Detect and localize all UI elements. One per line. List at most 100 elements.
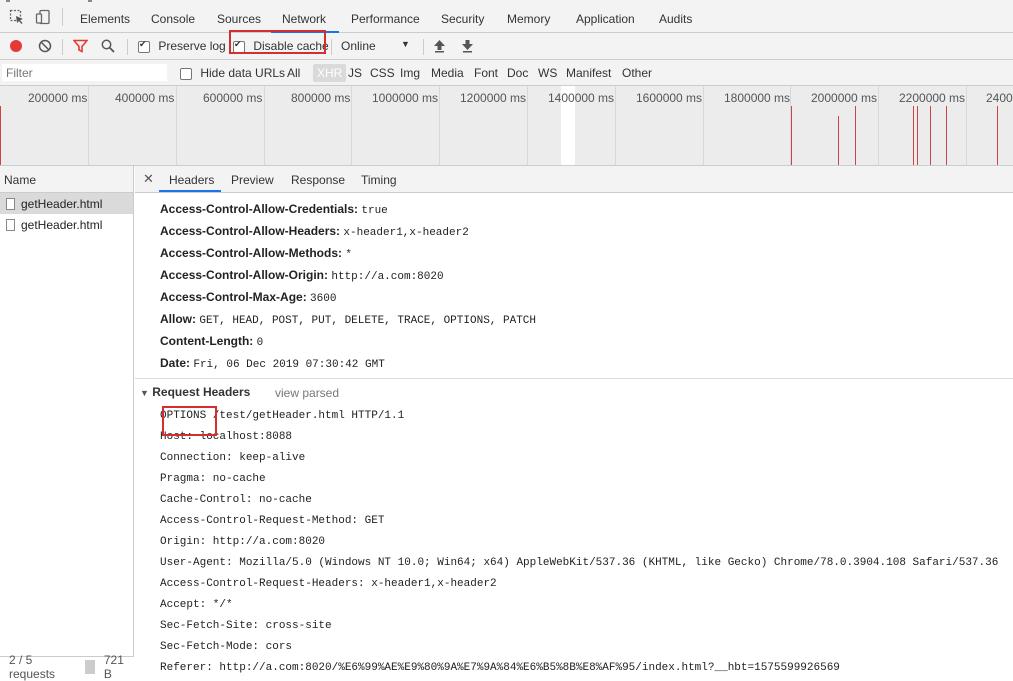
export-har-icon[interactable] xyxy=(461,39,474,53)
hide-data-urls-label: Hide data URLs xyxy=(200,66,286,80)
header-name: Date: xyxy=(160,356,191,370)
response-header-row: Access-Control-Allow-Origin: http://a.co… xyxy=(160,268,444,283)
filter-type-xhr[interactable]: XHR xyxy=(313,64,347,82)
response-header-row: Access-Control-Allow-Headers: x-header1,… xyxy=(160,224,469,239)
timeline-gridline xyxy=(527,86,528,165)
timeline-label: 1400000 ms xyxy=(548,91,615,105)
tab-network[interactable]: Network xyxy=(282,12,326,26)
import-har-icon[interactable] xyxy=(433,39,446,53)
request-header-line: Access-Control-Request-Headers: x-header… xyxy=(160,578,497,590)
filter-type-font[interactable]: Font xyxy=(474,66,498,80)
tab-security[interactable]: Security xyxy=(441,12,484,26)
request-headers-section-header[interactable]: ▼ Request Headers xyxy=(140,385,250,399)
request-header-line: Referer: http://a.com:8020/%E6%99%AE%E9%… xyxy=(160,662,840,674)
response-header-row: Allow: GET, HEAD, POST, PUT, DELETE, TRA… xyxy=(160,312,536,327)
request-header-line: Sec-Fetch-Mode: cors xyxy=(160,641,293,653)
header-value: http://a.com:8020 xyxy=(331,271,444,283)
timeline-gridline xyxy=(88,86,89,165)
request-bar xyxy=(913,106,914,165)
request-header-line: Pragma: no-cache xyxy=(160,473,266,485)
tab-audits[interactable]: Audits xyxy=(659,12,692,26)
close-icon[interactable]: ✕ xyxy=(143,171,154,187)
header-value: 0 xyxy=(256,337,264,349)
hide-data-urls-checkbox[interactable] xyxy=(180,67,192,80)
filter-icon[interactable] xyxy=(73,39,88,53)
top-edge-mark xyxy=(88,0,92,2)
filter-bar: Hide data URLs All XHR JS CSS Img Media … xyxy=(0,60,1013,86)
tab-headers[interactable]: Headers xyxy=(169,173,214,187)
timeline-label: 1000000 ms xyxy=(372,91,439,105)
preserve-log-option[interactable]: Preserve log xyxy=(138,39,226,53)
request-header-line: User-Agent: Mozilla/5.0 (Windows NT 10.0… xyxy=(160,557,999,569)
filter-type-js[interactable]: JS xyxy=(348,66,362,80)
response-header-row: Date: Fri, 06 Dec 2019 07:30:42 GMT xyxy=(160,356,385,371)
clear-icon[interactable] xyxy=(38,39,52,53)
tab-preview[interactable]: Preview xyxy=(231,173,274,187)
response-header-row: Content-Length: 0 xyxy=(160,334,263,349)
request-details: ✕ Headers Preview Response Timing Access… xyxy=(135,166,1013,677)
inspect-element-icon[interactable] xyxy=(9,9,25,25)
toolbar-separator xyxy=(62,8,63,26)
tab-elements[interactable]: Elements xyxy=(80,12,130,26)
filter-type-css[interactable]: CSS xyxy=(370,66,395,80)
filter-type-img[interactable]: Img xyxy=(400,66,420,80)
tab-application[interactable]: Application xyxy=(576,12,635,26)
filter-input[interactable] xyxy=(2,64,167,81)
response-header-row: Access-Control-Max-Age: 3600 xyxy=(160,290,336,305)
throttling-select[interactable]: Online ▼ xyxy=(341,39,410,53)
tab-timing[interactable]: Timing xyxy=(361,173,397,187)
filter-type-doc[interactable]: Doc xyxy=(507,66,528,80)
request-header-line: Sec-Fetch-Site: cross-site xyxy=(160,620,332,632)
request-bar xyxy=(791,106,792,165)
request-header-line: Connection: keep-alive xyxy=(160,452,306,464)
expand-triangle-icon: ▼ xyxy=(140,388,149,398)
tab-performance[interactable]: Performance xyxy=(351,12,420,26)
tab-response[interactable]: Response xyxy=(291,173,345,187)
timeline-gridline xyxy=(615,86,616,165)
header-name: Allow: xyxy=(160,312,196,326)
timeline-label: 1800000 ms xyxy=(724,91,791,105)
timeline-label: 1600000 ms xyxy=(636,91,703,105)
request-bar xyxy=(930,106,931,165)
record-icon[interactable] xyxy=(9,39,23,53)
header-name: Content-Length: xyxy=(160,334,254,348)
timeline-label: 400000 ms xyxy=(115,91,175,105)
timeline-label: 2400 xyxy=(986,91,1013,105)
toolbar-separator xyxy=(62,39,63,55)
filter-type-media[interactable]: Media xyxy=(431,66,464,80)
timeline-gridline xyxy=(264,86,265,165)
search-icon[interactable] xyxy=(101,39,115,53)
request-row[interactable]: getHeader.html xyxy=(0,214,133,235)
name-column-header[interactable]: Name xyxy=(0,166,133,193)
view-parsed-link[interactable]: view parsed xyxy=(275,386,339,400)
hide-data-urls-option[interactable]: Hide data URLs xyxy=(180,66,285,80)
filter-type-other[interactable]: Other xyxy=(622,66,652,80)
header-name: Access-Control-Allow-Origin: xyxy=(160,268,329,282)
tab-console[interactable]: Console xyxy=(151,12,195,26)
preserve-log-checkbox[interactable] xyxy=(138,39,150,53)
preserve-log-label: Preserve log xyxy=(158,39,226,53)
request-headers-title: Request Headers xyxy=(152,385,251,399)
toolbar-separator xyxy=(127,39,128,55)
tab-sources[interactable]: Sources xyxy=(217,12,261,26)
request-bar xyxy=(917,106,918,165)
filter-type-manifest[interactable]: Manifest xyxy=(566,66,611,80)
options-method-highlight-box xyxy=(162,406,217,436)
detail-tab-bar: ✕ Headers Preview Response Timing xyxy=(135,166,1013,193)
timeline-gridline xyxy=(966,86,967,165)
request-bar xyxy=(855,106,856,165)
request-row[interactable]: getHeader.html xyxy=(0,193,133,214)
filter-type-all[interactable]: All xyxy=(287,66,300,80)
timeline-label: 200000 ms xyxy=(28,91,88,105)
filter-type-ws[interactable]: WS xyxy=(538,66,557,80)
timeline-overview[interactable]: 200000 ms 400000 ms 600000 ms 800000 ms … xyxy=(0,86,1013,166)
document-icon xyxy=(6,218,15,231)
header-value: x-header1,x-header2 xyxy=(343,227,469,239)
tab-memory[interactable]: Memory xyxy=(507,12,550,26)
timeline-gridline xyxy=(176,86,177,165)
device-toolbar-icon[interactable] xyxy=(35,9,51,25)
request-header-line: Access-Control-Request-Method: GET xyxy=(160,515,385,527)
network-toolbar: Preserve log Disable cache Online ▼ xyxy=(0,33,1013,60)
timeline-gridline xyxy=(878,86,879,165)
timeline-label: 800000 ms xyxy=(291,91,351,105)
